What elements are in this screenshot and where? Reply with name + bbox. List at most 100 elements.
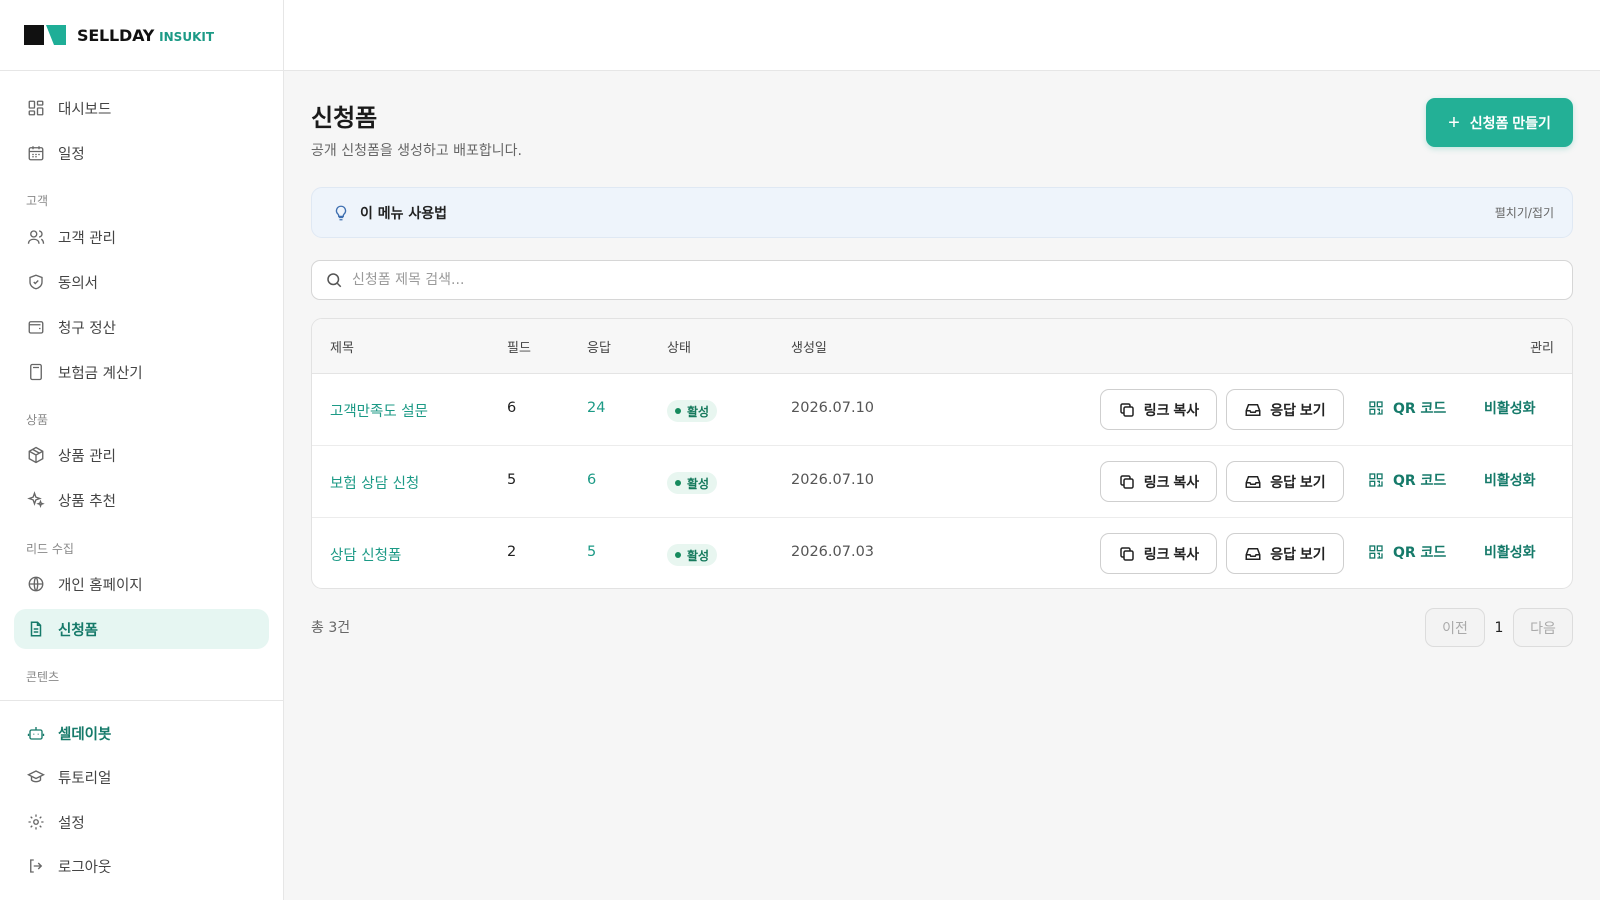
qr-code-icon: [1368, 544, 1384, 560]
table-row: 보험 상담 신청 5 6 활성 2026.07.10 링크 복사 응답 보기 Q…: [312, 446, 1572, 518]
sidebar-item-label: 보험금 계산기: [58, 365, 143, 382]
response-count-link[interactable]: 24: [587, 400, 605, 416]
bot-icon: [26, 723, 46, 743]
howto-toggle[interactable]: 펼치기/접기: [1495, 204, 1554, 221]
sidebar-item-label: 일정: [58, 146, 85, 163]
section-label-leads: 리드 수집: [26, 542, 74, 556]
copy-link-button[interactable]: 링크 복사: [1100, 461, 1217, 502]
forms-table: 제목 필드 응답 상태 생성일 관리 고객만족도 설문 6 24 활성 2026…: [311, 318, 1573, 589]
response-count-link[interactable]: 6: [587, 472, 596, 488]
sidebar-item-schedule[interactable]: 일정: [14, 133, 269, 173]
view-responses-label: 응답 보기: [1270, 473, 1326, 490]
sidebar-item-claims[interactable]: 청구 정산: [14, 307, 269, 347]
header-manage: 관리: [1530, 341, 1554, 356]
users-icon: [26, 227, 46, 247]
status-label: 활성: [687, 404, 710, 419]
qr-code-button[interactable]: QR 코드: [1368, 542, 1446, 562]
field-count: 6: [507, 400, 517, 416]
brand-sub: INSUKIT: [159, 29, 215, 44]
sidebar-item-label: 고객 관리: [58, 230, 116, 247]
sidebar-item-settings[interactable]: 설정: [14, 802, 269, 842]
sidebar-item-label: 청구 정산: [58, 320, 116, 337]
sidebar-item-logout[interactable]: 로그아웃: [14, 846, 269, 886]
view-responses-button[interactable]: 응답 보기: [1226, 389, 1344, 430]
copy-icon: [1118, 545, 1136, 563]
created-date: 2026.07.03: [791, 544, 875, 560]
copy-icon: [1118, 401, 1136, 419]
document-icon: [26, 619, 46, 639]
sidebar-item-products[interactable]: 상품 관리: [14, 435, 269, 475]
form-title-link[interactable]: 보험 상담 신청: [330, 472, 419, 493]
sidebar-item-calculator[interactable]: 보험금 계산기: [14, 352, 269, 392]
copy-link-button[interactable]: 링크 복사: [1100, 533, 1217, 574]
section-label-customer: 고객: [26, 194, 49, 208]
field-count: 5: [507, 472, 517, 488]
howto-title: 이 메뉴 사용법: [360, 205, 448, 222]
section-label-products: 상품: [26, 413, 49, 427]
sidebar-item-customers[interactable]: 고객 관리: [14, 217, 269, 257]
top-bar: [284, 0, 1600, 71]
dashboard-icon: [26, 98, 46, 118]
search-box: [311, 260, 1573, 300]
qr-code-label: QR 코드: [1393, 545, 1447, 561]
deactivate-button[interactable]: 비활성화: [1484, 542, 1536, 562]
current-page: 1: [1494, 619, 1504, 636]
prev-page-button[interactable]: 이전: [1425, 608, 1485, 647]
header-responses: 응답: [587, 341, 611, 356]
response-count-link[interactable]: 5: [587, 544, 596, 560]
sidebar-item-label: 로그아웃: [58, 859, 112, 876]
table-header: 제목 필드 응답 상태 생성일 관리: [312, 319, 1572, 374]
section-label-contents: 콘텐츠: [26, 670, 60, 684]
header-fields: 필드: [507, 341, 531, 356]
sidebar-item-selldaybot[interactable]: 셀데이봇: [14, 713, 269, 753]
create-form-button[interactable]: + 신청폼 만들기: [1426, 98, 1573, 147]
header-title: 제목: [330, 341, 354, 356]
shield-check-icon: [26, 272, 46, 292]
copy-link-button[interactable]: 링크 복사: [1100, 389, 1217, 430]
table-row: 고객만족도 설문 6 24 활성 2026.07.10 링크 복사 응답 보기 …: [312, 374, 1572, 446]
sidebar-divider: [0, 700, 284, 701]
inbox-icon: [1244, 473, 1262, 491]
sidebar-item-forms[interactable]: 신청폼: [14, 609, 269, 649]
sidebar-item-recommend[interactable]: 상품 추천: [14, 480, 269, 520]
sidebar-item-tutorial[interactable]: 튜토리얼: [14, 757, 269, 797]
table-row: 상담 신청폼 2 5 활성 2026.07.03 링크 복사 응답 보기 QR …: [312, 518, 1572, 588]
qr-code-icon: [1368, 400, 1384, 416]
howto-panel[interactable]: 이 메뉴 사용법 펼치기/접기: [311, 187, 1573, 238]
form-title-link[interactable]: 고객만족도 설문: [330, 400, 428, 421]
search-input[interactable]: [352, 272, 1452, 288]
search-icon: [325, 271, 343, 289]
status-badge: 활성: [667, 544, 718, 566]
pagination: 이전 1 다음: [1425, 608, 1573, 647]
deactivate-button[interactable]: 비활성화: [1484, 470, 1536, 490]
sidebar-item-label: 상품 추천: [58, 493, 116, 510]
form-title-link[interactable]: 상담 신청폼: [330, 544, 401, 565]
sidebar-item-label: 셀데이봇: [58, 726, 112, 743]
qr-code-button[interactable]: QR 코드: [1368, 470, 1446, 490]
view-responses-label: 응답 보기: [1270, 401, 1326, 418]
brand[interactable]: SELLDAY INSUKIT: [0, 0, 283, 71]
sidebar-item-label: 개인 홈페이지: [58, 577, 143, 594]
sidebar-item-label: 설정: [58, 815, 85, 832]
sidebar-item-consent[interactable]: 동의서: [14, 262, 269, 302]
created-date: 2026.07.10: [791, 400, 875, 416]
wallet-icon: [26, 317, 46, 337]
status-badge: 활성: [667, 472, 718, 494]
inbox-icon: [1244, 545, 1262, 563]
view-responses-button[interactable]: 응답 보기: [1226, 533, 1344, 574]
sidebar-item-label: 상품 관리: [58, 448, 116, 465]
sidebar-item-label: 신청폼: [58, 622, 99, 639]
qr-code-button[interactable]: QR 코드: [1368, 398, 1446, 418]
sidebar-item-homepage[interactable]: 개인 홈페이지: [14, 564, 269, 604]
inbox-icon: [1244, 401, 1262, 419]
logout-icon: [26, 856, 46, 876]
view-responses-button[interactable]: 응답 보기: [1226, 461, 1344, 502]
created-date: 2026.07.10: [791, 472, 875, 488]
copy-link-label: 링크 복사: [1143, 401, 1200, 418]
sidebar-item-dashboard[interactable]: 대시보드: [14, 88, 269, 128]
gear-icon: [26, 812, 46, 832]
create-form-label: 신청폼 만들기: [1469, 114, 1551, 131]
deactivate-button[interactable]: 비활성화: [1484, 398, 1536, 418]
plus-icon: +: [1448, 111, 1460, 134]
next-page-button[interactable]: 다음: [1513, 608, 1573, 647]
